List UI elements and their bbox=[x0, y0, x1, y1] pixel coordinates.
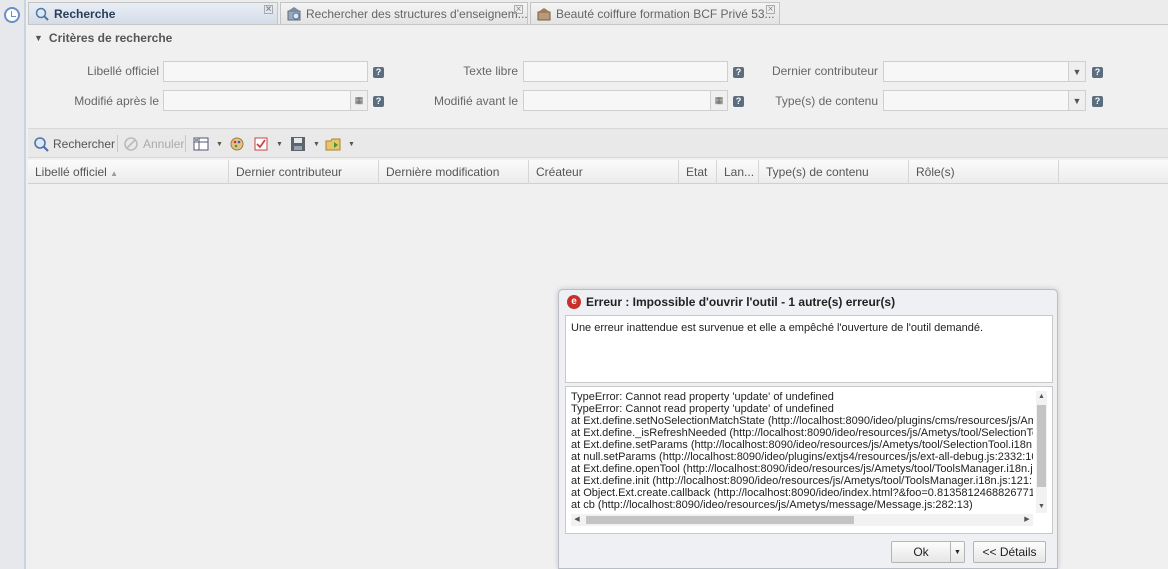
left-strip bbox=[0, 0, 26, 569]
help-icon[interactable]: ? bbox=[1092, 96, 1103, 107]
modifie-apres-input[interactable]: ▦ bbox=[163, 90, 368, 111]
column-header-createur[interactable]: Créateur bbox=[529, 160, 679, 184]
search-icon bbox=[34, 137, 49, 152]
search-button[interactable]: Rechercher bbox=[33, 134, 115, 154]
workflow-menu-button[interactable]: ▼ bbox=[253, 134, 283, 154]
save-menu-button[interactable]: ▼ bbox=[290, 134, 320, 154]
error-detail-line: at Ext.define.setNoSelectionMatchState (… bbox=[571, 415, 1033, 427]
export-menu-button[interactable]: ▼ bbox=[325, 134, 355, 154]
texte-libre-label: Texte libre bbox=[463, 64, 518, 78]
color-button[interactable] bbox=[229, 134, 249, 154]
search-button-label: Rechercher bbox=[53, 137, 116, 151]
checklist-icon bbox=[254, 137, 268, 151]
column-header-langue[interactable]: Lan... bbox=[717, 160, 759, 184]
column-header-derniere-modification[interactable]: Dernière modification bbox=[379, 160, 529, 184]
ok-button[interactable]: Ok ▼ bbox=[891, 541, 965, 563]
texte-libre-input[interactable] bbox=[523, 61, 728, 82]
modifie-avant-input[interactable]: ▦ bbox=[523, 90, 728, 111]
tab-recherche[interactable]: Recherche × bbox=[28, 2, 278, 24]
dernier-contributeur-label: Dernier contributeur bbox=[771, 64, 878, 78]
details-button[interactable]: << Détails bbox=[973, 541, 1046, 563]
calendar-icon[interactable]: ▦ bbox=[710, 91, 727, 110]
error-icon: e bbox=[567, 295, 581, 309]
criteria-header[interactable]: ▼ Critères de recherche bbox=[34, 31, 172, 45]
help-icon[interactable]: ? bbox=[1092, 67, 1103, 78]
dialog-title: Erreur : Impossible d'ouvrir l'outil - 1… bbox=[586, 295, 896, 309]
tab-label: Rechercher des structures d'enseignem... bbox=[306, 6, 528, 21]
chevron-down-icon[interactable]: ▼ bbox=[1068, 91, 1085, 110]
chevron-down-icon: ▼ bbox=[34, 33, 43, 43]
scroll-left-icon[interactable]: ◀ bbox=[571, 514, 583, 526]
scroll-right-icon[interactable]: ▶ bbox=[1021, 514, 1033, 526]
calendar-icon[interactable]: ▦ bbox=[350, 91, 367, 110]
toolbar-divider bbox=[185, 135, 186, 152]
ok-button-label: Ok bbox=[913, 545, 929, 559]
error-detail-line: TypeError: Cannot read property 'update'… bbox=[571, 403, 834, 415]
column-header-etat[interactable]: Etat bbox=[679, 160, 717, 184]
modifie-apres-label: Modifié après le bbox=[74, 94, 159, 108]
horizontal-scrollbar[interactable]: ◀ ▶ bbox=[571, 514, 1033, 526]
sort-asc-icon: ▲ bbox=[110, 169, 119, 178]
close-icon[interactable]: × bbox=[766, 5, 775, 15]
error-detail-line: at cb (http://localhost:8090/ideo/resour… bbox=[571, 499, 973, 511]
error-dialog: e Erreur : Impossible d'ouvrir l'outil -… bbox=[558, 289, 1058, 569]
tab-content[interactable]: Beauté coiffure formation BCF Privé 53..… bbox=[530, 2, 780, 24]
toolbar: Rechercher Annuler ▼ ▼ ▼ ▼ bbox=[28, 128, 1168, 158]
structure-icon bbox=[287, 6, 301, 20]
chevron-down-icon: ▼ bbox=[216, 140, 223, 148]
clock-icon[interactable] bbox=[4, 7, 20, 23]
scroll-down-icon[interactable]: ▼ bbox=[1036, 501, 1047, 513]
toolbar-divider bbox=[117, 135, 118, 152]
search-icon bbox=[35, 7, 49, 21]
types-contenu-select[interactable]: ▼ bbox=[883, 90, 1086, 111]
error-details-text: TypeError: Cannot read property 'update'… bbox=[571, 391, 1033, 513]
error-detail-line: at Ext.define._isRefreshNeeded (http://l… bbox=[571, 427, 1033, 439]
vertical-scrollbar[interactable]: ▲ ▼ bbox=[1036, 391, 1047, 513]
close-icon[interactable]: × bbox=[264, 5, 273, 15]
save-icon bbox=[291, 137, 305, 151]
libelle-label: Libellé officiel bbox=[87, 64, 159, 78]
column-header-libelle[interactable]: Libellé officiel ▲ bbox=[28, 160, 229, 184]
chevron-down-icon[interactable]: ▼ bbox=[950, 542, 964, 562]
chevron-down-icon[interactable]: ▼ bbox=[1068, 62, 1085, 81]
types-contenu-label: Type(s) de contenu bbox=[775, 94, 878, 108]
error-detail-line: at Ext.define.setParams (http://localhos… bbox=[571, 439, 1033, 451]
tab-bar: Recherche × Rechercher des structures d'… bbox=[28, 0, 1168, 25]
error-details-panel: TypeError: Cannot read property 'update'… bbox=[565, 386, 1053, 534]
column-label: Libellé officiel bbox=[35, 165, 107, 179]
error-detail-line: at null.setParams (http://localhost:8090… bbox=[571, 451, 1033, 463]
libelle-input[interactable] bbox=[163, 61, 368, 82]
cancel-button-label: Annuler bbox=[143, 137, 185, 151]
results-grid-header: Libellé officiel ▲ Dernier contributeur … bbox=[28, 160, 1168, 184]
scroll-up-icon[interactable]: ▲ bbox=[1036, 391, 1047, 403]
column-header-dernier-contributeur[interactable]: Dernier contributeur bbox=[229, 160, 379, 184]
chevron-down-icon: ▼ bbox=[348, 140, 355, 148]
column-header-types-contenu[interactable]: Type(s) de contenu bbox=[759, 160, 909, 184]
error-detail-line: at Ext.define.openTool (http://localhost… bbox=[571, 463, 1033, 475]
error-message: Une erreur inattendue est survenue et el… bbox=[565, 315, 1053, 383]
dernier-contributeur-select[interactable]: ▼ bbox=[883, 61, 1086, 82]
criteria-title: Critères de recherche bbox=[48, 31, 173, 45]
error-detail-line: TypeError: Cannot read property 'update'… bbox=[571, 391, 834, 403]
close-icon[interactable]: × bbox=[514, 5, 523, 15]
chevron-down-icon: ▼ bbox=[313, 140, 320, 148]
tab-structures[interactable]: Rechercher des structures d'enseignem...… bbox=[280, 2, 528, 24]
error-detail-line: at Object.Ext.create.callback (http://lo… bbox=[571, 487, 1033, 499]
content-icon bbox=[537, 7, 551, 20]
palette-icon bbox=[230, 137, 244, 151]
cancel-icon bbox=[124, 137, 138, 151]
columns-icon bbox=[193, 137, 209, 151]
export-icon bbox=[325, 138, 341, 151]
column-header-roles[interactable]: Rôle(s) bbox=[909, 160, 1059, 184]
cancel-button[interactable]: Annuler bbox=[123, 134, 184, 154]
scroll-thumb[interactable] bbox=[586, 516, 854, 524]
chevron-down-icon: ▼ bbox=[276, 140, 283, 148]
tab-label: Recherche bbox=[54, 6, 116, 21]
tab-label: Beauté coiffure formation BCF Privé 53..… bbox=[556, 6, 775, 21]
modifie-avant-label: Modifié avant le bbox=[433, 94, 518, 108]
scroll-thumb[interactable] bbox=[1037, 405, 1046, 487]
dialog-title-bar[interactable]: e Erreur : Impossible d'ouvrir l'outil -… bbox=[567, 295, 895, 309]
error-detail-line: at Ext.define.init (http://localhost:809… bbox=[571, 475, 1033, 487]
columns-menu-button[interactable]: ▼ bbox=[193, 134, 223, 154]
